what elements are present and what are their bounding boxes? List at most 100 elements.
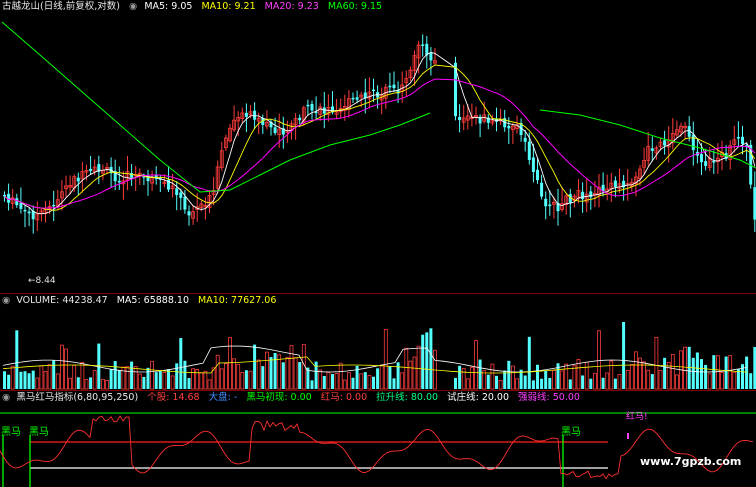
volume-bar [215,354,220,390]
volume-bar [617,374,622,390]
candle-body [458,117,462,121]
volume-bar [634,351,638,390]
volume-bar [749,373,753,389]
volume-bar [68,377,72,390]
volume-bar [331,374,334,389]
volume-bar [130,361,134,389]
volume-bar [170,375,175,390]
volume-bar [666,362,671,390]
candle-body [179,192,183,198]
candle-body [548,204,552,207]
arrow-left-icon: ← [28,276,36,286]
volume-bar [527,336,531,389]
ma20-label: MA20: 9.23 [264,1,319,12]
volume-bar [273,352,277,389]
volume-bar [490,363,495,390]
volume-bar [465,378,470,390]
volume-bar [593,372,597,390]
settings-icon[interactable]: ◉ [2,295,10,306]
volume-bar [133,366,138,390]
ma20-line [4,78,756,209]
volume-bar [146,367,150,389]
volume-bar [105,379,109,390]
volume-bar [359,373,364,390]
indicator-chart[interactable] [0,391,756,487]
volume-bar [388,366,392,389]
oscillator-line [0,415,754,480]
rise-line-label: 拉升线: 80.00 [376,392,439,403]
volume-bar [248,370,253,390]
candle-body [663,140,667,146]
volume-bar [728,355,733,390]
volume-bar [318,369,323,390]
volume-bar [613,378,617,389]
chart-title: 古越龙山(日线,前复权,对数) [2,1,120,12]
candle-body [741,136,744,144]
volume-bar [429,328,433,389]
volume-bar [39,365,44,390]
volume-bar [256,359,261,390]
volume-bar [515,378,519,390]
volume-bar [376,368,380,389]
volume-bar [478,359,482,389]
candle-body [23,209,27,212]
volume-bar [3,371,6,389]
volume-bar [35,377,40,390]
market-value-label: 大盘: - [208,392,238,403]
price-pane[interactable]: 古越龙山(日线,前复权,对数) ◉ MA5: 9.05 MA10: 9.21 M… [0,0,756,292]
volume-bar [629,364,634,390]
volume-bar [72,365,77,390]
candle-body [89,168,93,172]
volume-bar [31,370,35,389]
volume-bar [101,378,105,390]
volume-bar [228,337,232,390]
indicator-title: 黑马红马指标(6,80,95,250) [16,392,139,403]
volume-bar [486,374,490,389]
volume-bar [392,378,396,389]
volume-bar [461,368,466,390]
volume-bar [720,372,724,390]
volume-bar [695,352,699,389]
volume-bar [314,361,318,389]
volume-bar [293,357,298,390]
candle-body [540,182,544,197]
indicator-pane[interactable]: ◉ 黑马红马指标(6,80,95,250) 个股: 14.68 大盘: - 黑马… [0,391,756,487]
volume-bar [199,372,204,390]
settings-icon[interactable]: ◉ [129,1,137,12]
volume-bar [544,370,548,389]
volume-bar [482,370,487,390]
volume-chart[interactable] [0,294,756,390]
volume-bar [223,363,228,390]
volume-bar [76,377,80,389]
ma5-label: MA5: 9.05 [144,1,193,12]
volume-bar [363,372,367,389]
volume-bar [55,373,60,390]
candle-body [531,157,535,172]
candlestick-chart[interactable] [0,0,756,292]
volume-bar [179,338,183,389]
volume-bar [15,330,19,389]
volume-bar [109,369,113,389]
candle-body [253,110,257,120]
volume-bar [745,356,749,389]
candle-body [507,125,511,129]
volume-bar [716,355,720,390]
volume-bar [670,353,675,390]
volume-bar [675,374,679,390]
blackhorse-marker-label: 黑马 [29,427,49,438]
candle-body [351,97,355,100]
volume-bar [43,370,48,390]
volume-bar [495,375,498,389]
volume-bar [64,348,68,390]
ma10-label: MA10: 9.21 [201,1,256,12]
volume-bar [474,340,478,390]
volume-bar [232,358,237,390]
candle-body [736,137,740,139]
volume-bar [372,376,375,389]
volume-bar [560,370,564,390]
settings-icon[interactable]: ◉ [2,392,10,403]
volume-bar [89,377,93,389]
volume-bar [236,363,241,390]
volume-pane[interactable]: ◉ VOLUME: 44238.47 MA5: 65888.10 MA10: 7… [0,294,756,390]
candle-body [527,141,531,160]
